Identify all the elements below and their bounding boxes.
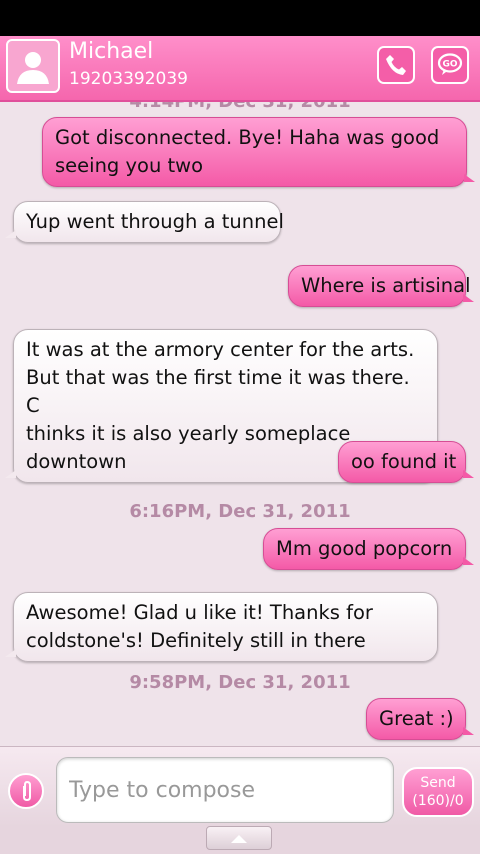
timestamp: 4:14PM, Dec 31, 2011 <box>0 102 480 112</box>
call-button[interactable] <box>377 46 415 84</box>
incoming-message[interactable]: Yup went through a tunnel <box>5 201 284 243</box>
contact-number: 19203392039 <box>69 69 188 89</box>
timestamp: 9:58PM, Dec 31, 2011 <box>129 672 351 693</box>
outgoing-message[interactable]: Got disconnected. Bye! Haha was good see… <box>42 117 475 187</box>
status-bar <box>0 0 480 36</box>
incoming-message[interactable]: Awesome! Glad u like it! Thanks for cold… <box>5 592 438 662</box>
outgoing-message[interactable]: oo found it <box>338 441 474 483</box>
person-icon <box>17 52 49 84</box>
paperclip-icon <box>23 780 31 802</box>
attach-button[interactable] <box>8 773 44 809</box>
send-button[interactable]: Send (160)/0 <box>402 767 474 817</box>
contact-name: Michael <box>69 39 154 64</box>
chevron-up-icon <box>231 835 247 843</box>
compose-field[interactable] <box>56 757 394 823</box>
conversation-header: Michael 19203392039 GO <box>0 36 480 102</box>
outgoing-message[interactable]: Mm good popcorn <box>263 528 474 570</box>
outgoing-message[interactable]: Where is artisinal <box>288 265 474 307</box>
message-thread[interactable]: 4:14PM, Dec 31, 2011 Got disconnected. B… <box>0 102 480 746</box>
svg-text:GO: GO <box>442 60 457 70</box>
expand-handle[interactable] <box>206 826 272 850</box>
timestamp: 6:16PM, Dec 31, 2011 <box>129 501 351 522</box>
send-label: Send <box>420 775 456 791</box>
go-sms-icon: GO <box>437 53 463 75</box>
outgoing-message[interactable]: Great :) <box>366 698 474 740</box>
compose-bar: Send (160)/0 <box>0 746 480 827</box>
character-counter: (160)/0 <box>412 793 464 809</box>
compose-input[interactable] <box>57 758 393 822</box>
contact-avatar[interactable] <box>6 39 60 93</box>
go-sms-button[interactable]: GO <box>431 46 469 84</box>
phone-icon <box>386 55 406 75</box>
